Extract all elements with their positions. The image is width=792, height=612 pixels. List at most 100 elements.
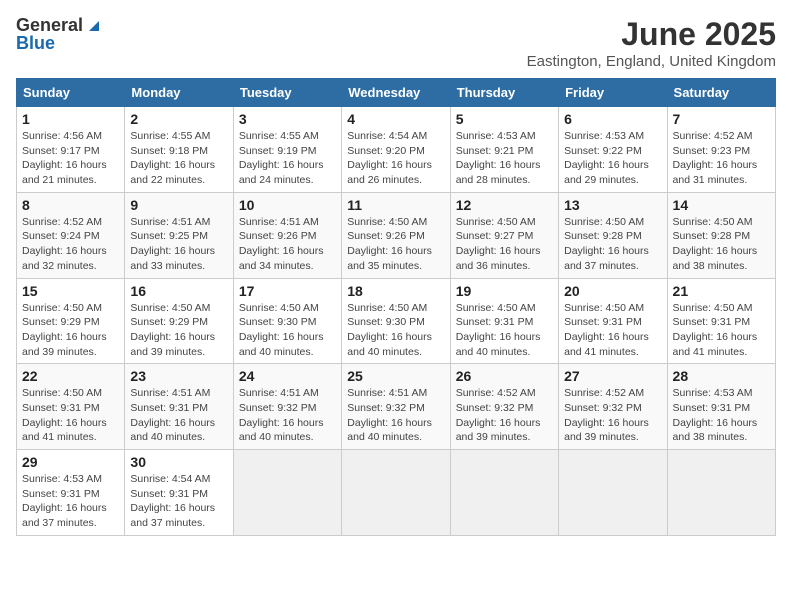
calendar-week-row: 29 Sunrise: 4:53 AMSunset: 9:31 PMDayligh…: [17, 450, 776, 536]
table-row: [559, 450, 667, 536]
day-number: 24: [239, 368, 336, 384]
page-header: General Blue June 2025 Eastington, Engla…: [16, 16, 776, 70]
table-row: 13 Sunrise: 4:50 AMSunset: 9:28 PMDayligh…: [559, 192, 667, 278]
day-number: 7: [673, 111, 770, 127]
table-row: 15 Sunrise: 4:50 AMSunset: 9:29 PMDayligh…: [17, 278, 125, 364]
day-detail: Sunrise: 4:50 AMSunset: 9:26 PMDaylight:…: [347, 215, 444, 274]
day-number: 4: [347, 111, 444, 127]
day-detail: Sunrise: 4:53 AMSunset: 9:21 PMDaylight:…: [456, 129, 553, 188]
day-detail: Sunrise: 4:55 AMSunset: 9:18 PMDaylight:…: [130, 129, 227, 188]
day-number: 30: [130, 454, 227, 470]
day-detail: Sunrise: 4:50 AMSunset: 9:30 PMDaylight:…: [347, 301, 444, 360]
table-row: 24Sunrise: 4:51 AMSunset: 9:32 PMDayligh…: [233, 364, 341, 450]
day-number: 12: [456, 197, 553, 213]
table-row: 21 Sunrise: 4:50 AMSunset: 9:31 PMDayligh…: [667, 278, 775, 364]
month-year-title: June 2025: [527, 16, 776, 53]
table-row: 14 Sunrise: 4:50 AMSunset: 9:28 PMDayligh…: [667, 192, 775, 278]
table-row: 26 Sunrise: 4:52 AMSunset: 9:32 PMDayligh…: [450, 364, 558, 450]
calendar-header-row: Sunday Monday Tuesday Wednesday Thursday…: [17, 79, 776, 107]
calendar-week-row: 22Sunrise: 4:50 AMSunset: 9:31 PMDayligh…: [17, 364, 776, 450]
day-detail: Sunrise: 4:54 AMSunset: 9:20 PMDaylight:…: [347, 129, 444, 188]
day-number: 9: [130, 197, 227, 213]
day-number: 10: [239, 197, 336, 213]
day-number: 11: [347, 197, 444, 213]
day-detail: Sunrise: 4:51 AMSunset: 9:31 PMDaylight:…: [130, 386, 227, 445]
day-number: 26: [456, 368, 553, 384]
day-number: 27: [564, 368, 661, 384]
table-row: 17 Sunrise: 4:50 AMSunset: 9:30 PMDayligh…: [233, 278, 341, 364]
day-number: 5: [456, 111, 553, 127]
table-row: 20 Sunrise: 4:50 AMSunset: 9:31 PMDayligh…: [559, 278, 667, 364]
day-number: 6: [564, 111, 661, 127]
day-number: 18: [347, 283, 444, 299]
logo-arrow-icon: [85, 17, 103, 35]
day-number: 25: [347, 368, 444, 384]
day-number: 17: [239, 283, 336, 299]
day-detail: Sunrise: 4:50 AMSunset: 9:29 PMDaylight:…: [22, 301, 119, 360]
table-row: 27 Sunrise: 4:52 AMSunset: 9:32 PMDayligh…: [559, 364, 667, 450]
day-detail: Sunrise: 4:53 AMSunset: 9:31 PMDaylight:…: [673, 386, 770, 445]
table-row: [667, 450, 775, 536]
table-row: 23 Sunrise: 4:51 AMSunset: 9:31 PMDayligh…: [125, 364, 233, 450]
day-detail: Sunrise: 4:50 AMSunset: 9:31 PMDaylight:…: [22, 386, 119, 445]
day-detail: Sunrise: 4:50 AMSunset: 9:31 PMDaylight:…: [673, 301, 770, 360]
day-number: 15: [22, 283, 119, 299]
day-detail: Sunrise: 4:50 AMSunset: 9:31 PMDaylight:…: [564, 301, 661, 360]
table-row: 8 Sunrise: 4:52 AMSunset: 9:24 PMDaylight…: [17, 192, 125, 278]
table-row: [342, 450, 450, 536]
day-number: 13: [564, 197, 661, 213]
day-detail: Sunrise: 4:51 AMSunset: 9:25 PMDaylight:…: [130, 215, 227, 274]
day-number: 19: [456, 283, 553, 299]
title-area: June 2025 Eastington, England, United Ki…: [527, 16, 776, 70]
col-tuesday: Tuesday: [233, 79, 341, 107]
day-number: 20: [564, 283, 661, 299]
col-sunday: Sunday: [17, 79, 125, 107]
logo-blue-text: Blue: [16, 34, 55, 54]
day-detail: Sunrise: 4:55 AMSunset: 9:19 PMDaylight:…: [239, 129, 336, 188]
day-number: 14: [673, 197, 770, 213]
day-number: 29: [22, 454, 119, 470]
day-detail: Sunrise: 4:50 AMSunset: 9:28 PMDaylight:…: [564, 215, 661, 274]
day-detail: Sunrise: 4:50 AMSunset: 9:27 PMDaylight:…: [456, 215, 553, 274]
col-monday: Monday: [125, 79, 233, 107]
table-row: 18 Sunrise: 4:50 AMSunset: 9:30 PMDayligh…: [342, 278, 450, 364]
day-number: 21: [673, 283, 770, 299]
day-detail: Sunrise: 4:54 AMSunset: 9:31 PMDaylight:…: [130, 472, 227, 531]
day-detail: Sunrise: 4:53 AMSunset: 9:31 PMDaylight:…: [22, 472, 119, 531]
day-detail: Sunrise: 4:52 AMSunset: 9:23 PMDaylight:…: [673, 129, 770, 188]
day-detail: Sunrise: 4:50 AMSunset: 9:31 PMDaylight:…: [456, 301, 553, 360]
day-number: 23: [130, 368, 227, 384]
table-row: 6Sunrise: 4:53 AMSunset: 9:22 PMDaylight…: [559, 107, 667, 193]
table-row: [450, 450, 558, 536]
table-row: 28Sunrise: 4:53 AMSunset: 9:31 PMDayligh…: [667, 364, 775, 450]
table-row: 2Sunrise: 4:55 AMSunset: 9:18 PMDaylight…: [125, 107, 233, 193]
day-number: 8: [22, 197, 119, 213]
day-detail: Sunrise: 4:52 AMSunset: 9:32 PMDaylight:…: [456, 386, 553, 445]
location-subtitle: Eastington, England, United Kingdom: [527, 53, 776, 70]
col-wednesday: Wednesday: [342, 79, 450, 107]
col-thursday: Thursday: [450, 79, 558, 107]
calendar-week-row: 8 Sunrise: 4:52 AMSunset: 9:24 PMDaylight…: [17, 192, 776, 278]
day-detail: Sunrise: 4:52 AMSunset: 9:32 PMDaylight:…: [564, 386, 661, 445]
table-row: 25 Sunrise: 4:51 AMSunset: 9:32 PMDayligh…: [342, 364, 450, 450]
logo: General Blue: [16, 16, 103, 54]
table-row: 30 Sunrise: 4:54 AMSunset: 9:31 PMDayligh…: [125, 450, 233, 536]
table-row: 7 Sunrise: 4:52 AMSunset: 9:23 PMDaylight…: [667, 107, 775, 193]
table-row: 16Sunrise: 4:50 AMSunset: 9:29 PMDayligh…: [125, 278, 233, 364]
day-detail: Sunrise: 4:50 AMSunset: 9:29 PMDaylight:…: [130, 301, 227, 360]
table-row: 3Sunrise: 4:55 AMSunset: 9:19 PMDaylight…: [233, 107, 341, 193]
day-detail: Sunrise: 4:50 AMSunset: 9:30 PMDaylight:…: [239, 301, 336, 360]
calendar-week-row: 15 Sunrise: 4:50 AMSunset: 9:29 PMDayligh…: [17, 278, 776, 364]
table-row: 29 Sunrise: 4:53 AMSunset: 9:31 PMDayligh…: [17, 450, 125, 536]
table-row: 11 Sunrise: 4:50 AMSunset: 9:26 PMDayligh…: [342, 192, 450, 278]
table-row: 5 Sunrise: 4:53 AMSunset: 9:21 PMDaylight…: [450, 107, 558, 193]
table-row: 22Sunrise: 4:50 AMSunset: 9:31 PMDayligh…: [17, 364, 125, 450]
day-number: 1: [22, 111, 119, 127]
col-friday: Friday: [559, 79, 667, 107]
day-detail: Sunrise: 4:51 AMSunset: 9:26 PMDaylight:…: [239, 215, 336, 274]
day-detail: Sunrise: 4:50 AMSunset: 9:28 PMDaylight:…: [673, 215, 770, 274]
table-row: 4 Sunrise: 4:54 AMSunset: 9:20 PMDaylight…: [342, 107, 450, 193]
day-detail: Sunrise: 4:51 AMSunset: 9:32 PMDaylight:…: [347, 386, 444, 445]
col-saturday: Saturday: [667, 79, 775, 107]
day-detail: Sunrise: 4:52 AMSunset: 9:24 PMDaylight:…: [22, 215, 119, 274]
